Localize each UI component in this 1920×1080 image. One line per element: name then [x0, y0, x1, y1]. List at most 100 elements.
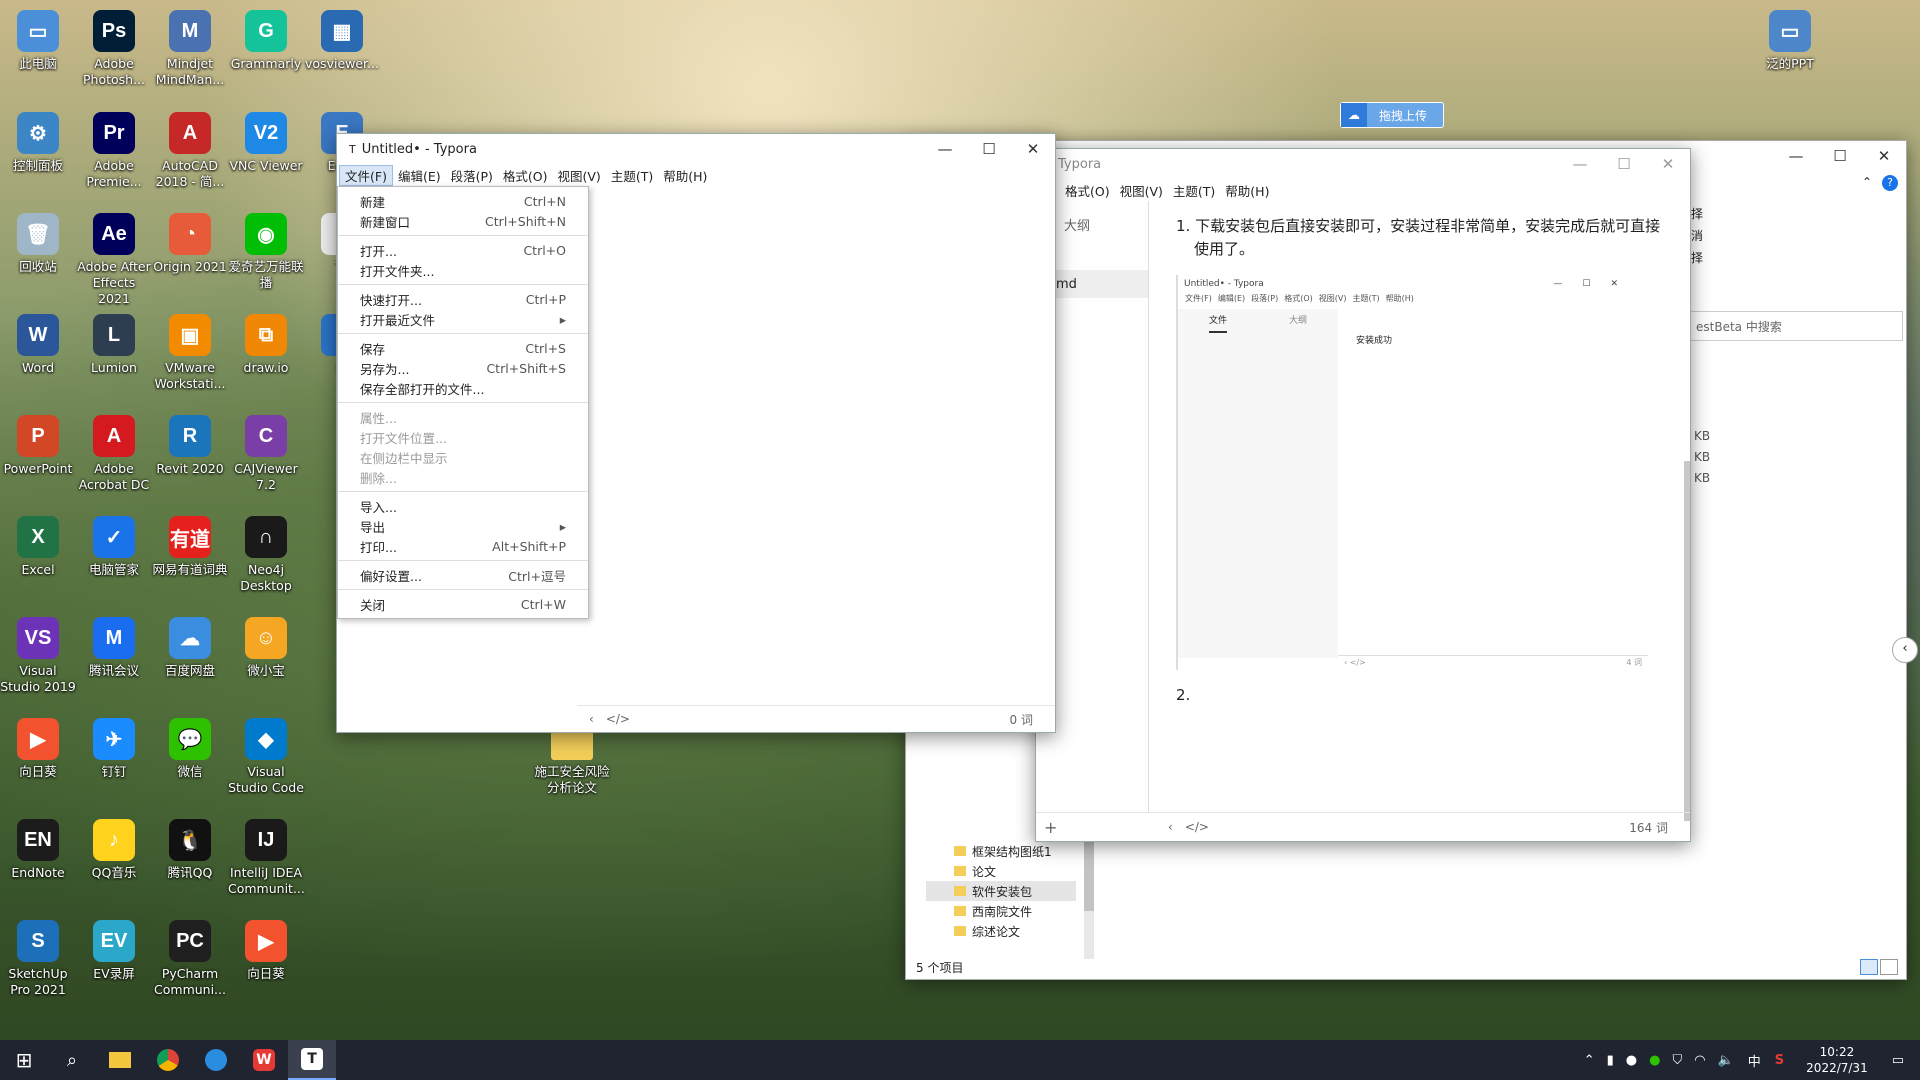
file-menu-item[interactable]: 保存 Ctrl+S [338, 338, 588, 358]
scrollbar-thumb[interactable] [1084, 841, 1094, 911]
maximize-button[interactable]: ☐ [967, 134, 1011, 164]
desktop-shortcut[interactable]: Pr Adobe Premie... [76, 112, 152, 190]
file-menu-item[interactable]: 快速打开... Ctrl+P [338, 289, 588, 309]
typora-back-close-button[interactable]: ✕ [1646, 149, 1690, 179]
desktop-shortcut[interactable]: S SketchUp Pro 2021 [0, 920, 76, 998]
file-menu-item[interactable]: 偏好设置... Ctrl+逗号 [338, 565, 588, 585]
desktop-shortcut[interactable]: 💬 微信 [152, 718, 228, 780]
desktop-shortcut[interactable]: EN EndNote [0, 819, 76, 881]
nav-folder-item[interactable]: 框架结构图纸1 [926, 841, 1076, 861]
file-menu-item[interactable]: 打印... Alt+Shift+P [338, 536, 588, 556]
help-icon[interactable]: ? [1882, 175, 1898, 191]
menu-item[interactable]: 帮助(H) [1220, 181, 1274, 200]
desktop-shortcut[interactable]: 🐧 腾讯QQ [152, 819, 228, 881]
file-menu-item[interactable]: 新建窗口 Ctrl+Shift+N [338, 211, 588, 231]
typora-back-minimize-button[interactable]: — [1558, 149, 1602, 179]
taskbar-edge[interactable] [192, 1040, 240, 1080]
desktop-shortcut[interactable]: A Adobe Acrobat DC [76, 415, 152, 493]
desktop-shortcut[interactable]: ♪ QQ音乐 [76, 819, 152, 881]
desktop-shortcut[interactable]: EV EV录屏 [76, 920, 152, 982]
menu-item[interactable]: 帮助(H) [658, 166, 712, 185]
details-view-icon[interactable] [1860, 959, 1878, 975]
desktop-shortcut[interactable]: ✓ 电脑管家 [76, 516, 152, 578]
tray-qq-icon[interactable]: ● [1620, 1053, 1643, 1068]
taskbar-typora[interactable]: T [288, 1040, 336, 1080]
typora-back-scrollbar[interactable] [1684, 461, 1690, 821]
desktop-shortcut[interactable]: M Mindjet MindMan... [152, 10, 228, 88]
desktop-shortcut[interactable]: ▶ 向日葵 [228, 920, 304, 982]
typora-front-word-count[interactable]: 0 词 [1010, 711, 1055, 728]
desktop-shortcut[interactable]: W Word [0, 314, 76, 376]
desktop-shortcut[interactable]: X Excel [0, 516, 76, 578]
desktop-shortcut[interactable]: 有道 网易有道词典 [152, 516, 228, 578]
desktop-shortcut[interactable]: ▶ 向日葵 [0, 718, 76, 780]
search-button[interactable]: ⌕ [48, 1040, 96, 1080]
nav-folder-item[interactable]: 综述论文 [926, 921, 1076, 941]
desktop-shortcut[interactable]: ◆ Visual Studio Code [228, 718, 304, 796]
file-menu-item[interactable]: 保存全部打开的文件... [338, 378, 588, 398]
menu-item[interactable]: 格式(O) [498, 166, 553, 185]
nav-folder-item[interactable]: 论文 [926, 861, 1076, 881]
sogou-icon[interactable]: S [1769, 1053, 1790, 1068]
ribbon-label[interactable]: 择 [1691, 203, 1703, 225]
toggle-sidebar-icon[interactable]: ‹ [1156, 820, 1185, 834]
desktop-shortcut[interactable]: ▦ vosviewer... [304, 10, 380, 72]
file-menu-item[interactable]: 导入... [338, 496, 588, 516]
embedded-screenshot[interactable]: Untitled• - Typora —☐✕ 文件(F) 编辑(E) 段落(P) 格式… [1176, 275, 1648, 670]
tray-wechat-icon[interactable]: ● [1643, 1053, 1666, 1068]
desktop-shortcut[interactable]: G Grammarly [228, 10, 304, 72]
start-button[interactable]: ⊞ [0, 1040, 48, 1080]
desktop-shortcut[interactable]: R Revit 2020 [152, 415, 228, 477]
taskbar-chrome[interactable] [144, 1040, 192, 1080]
add-file-icon[interactable]: + [1036, 818, 1156, 837]
file-menu-item[interactable]: 打开... Ctrl+O [338, 240, 588, 260]
desktop-shortcut[interactable]: P PowerPoint [0, 415, 76, 477]
desktop-shortcut[interactable]: ☁ 百度网盘 [152, 617, 228, 679]
upload-widget[interactable]: ☁ 拖拽上传 [1340, 102, 1444, 128]
minimize-button[interactable]: — [923, 134, 967, 164]
desktop-shortcut[interactable]: L Lumion [76, 314, 152, 376]
taskbar-wps[interactable]: W [240, 1040, 288, 1080]
show-hidden-icons-icon[interactable]: ⌃ [1578, 1053, 1601, 1068]
desktop-shortcut[interactable]: M 腾讯会议 [76, 617, 152, 679]
menu-item[interactable]: 编辑(E) [393, 166, 446, 185]
desktop-shortcut[interactable]: 🗑 回收站 [0, 213, 76, 275]
typora-front-editor[interactable] [577, 186, 1055, 706]
ribbon-label[interactable]: 择 [1691, 247, 1703, 269]
clock[interactable]: 10:22 2022/7/31 [1790, 1044, 1884, 1076]
desktop-shortcut[interactable]: ◔ Origin 2021 [152, 213, 228, 275]
ime-indicator[interactable]: 中 [1740, 1051, 1769, 1070]
explorer-minimize-button[interactable]: — [1774, 141, 1818, 171]
desktop-shortcut[interactable]: ◉ 爱奇艺万能联播 [228, 213, 304, 291]
notification-icon[interactable]: ▭ [1884, 1053, 1920, 1068]
menu-item[interactable]: 文件(F) [339, 164, 393, 186]
desktop-shortcut[interactable]: Ps Adobe Photosh... [76, 10, 152, 88]
source-code-icon[interactable]: </> [606, 712, 630, 726]
desktop-folder-icon[interactable]: 施工安全风险分析论文 [532, 730, 612, 796]
desktop-shortcut[interactable]: V2 VNC Viewer [228, 112, 304, 174]
wifi-icon[interactable]: ◠ [1688, 1053, 1711, 1068]
typora-back-editor[interactable]: 1. 下载安装包后直接安装即可，安装过程非常简单，安装完成后就可直接使用了。 U… [1176, 215, 1666, 707]
menu-item[interactable]: 主题(T) [1168, 181, 1220, 200]
desktop-shortcut[interactable]: ▣ VMware Workstati... [152, 314, 228, 392]
expand-ribbon-icon[interactable]: ⌃ [1862, 175, 1872, 189]
desktop-shortcut[interactable]: C CAJViewer 7.2 [228, 415, 304, 493]
file-menu-item[interactable]: 打开最近文件 ▸ [338, 309, 588, 329]
explorer-maximize-button[interactable]: ☐ [1818, 141, 1862, 171]
desktop-shortcut[interactable]: ✈ 钉钉 [76, 718, 152, 780]
source-code-icon[interactable]: </> [1185, 820, 1209, 834]
desktop-shortcut[interactable]: ∩ Neo4j Desktop [228, 516, 304, 594]
toggle-sidebar-icon[interactable]: ‹ [577, 712, 606, 726]
desktop-shortcut[interactable]: ▭ 此电脑 [0, 10, 76, 72]
menu-item[interactable]: 格式(O) [1060, 181, 1115, 200]
tray-security-icon[interactable]: ⛉ [1666, 1053, 1688, 1068]
tiles-view-icon[interactable] [1880, 959, 1898, 975]
ribbon-label[interactable]: 消 [1691, 225, 1703, 247]
file-menu-item[interactable]: 导出 ▸ [338, 516, 588, 536]
tray-app-icon[interactable]: ▮ [1601, 1053, 1620, 1068]
desktop-shortcut[interactable]: IJ IntelliJ IDEA Communit... [228, 819, 305, 897]
typora-back-maximize-button[interactable]: ☐ [1602, 149, 1646, 179]
typora-back-word-count[interactable]: 164 词 [1629, 819, 1690, 836]
menu-item[interactable]: 段落(P) [446, 166, 498, 185]
menu-item[interactable]: 视图(V) [553, 166, 606, 185]
